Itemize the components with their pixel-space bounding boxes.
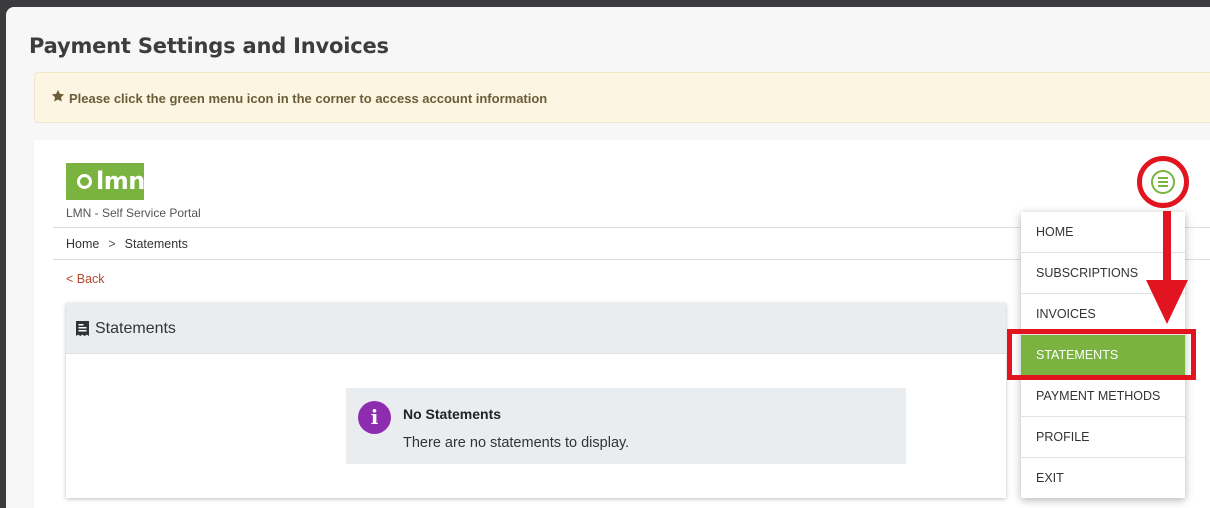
lmn-logo[interactable]: lmn bbox=[66, 163, 145, 200]
logo-text: lmn bbox=[96, 167, 145, 195]
info-notice: Please click the green menu icon in the … bbox=[34, 72, 1210, 123]
statements-card: Statements i No Statements There are no … bbox=[66, 303, 1006, 498]
empty-state: i No Statements There are no statements … bbox=[346, 388, 906, 464]
menu-bar bbox=[1158, 177, 1168, 179]
empty-state-title: No Statements bbox=[403, 406, 502, 422]
breadcrumb-current: Statements bbox=[124, 237, 188, 251]
page-title: Payment Settings and Invoices bbox=[29, 34, 389, 58]
info-icon: i bbox=[358, 401, 391, 434]
star-icon bbox=[51, 89, 65, 102]
logo-mark-icon bbox=[77, 174, 92, 189]
annotation-arrow-shaft bbox=[1163, 211, 1171, 285]
statements-highlight-box bbox=[1007, 329, 1196, 380]
menu-bar bbox=[1158, 181, 1168, 183]
breadcrumb: Home > Statements bbox=[66, 237, 188, 251]
annotation-arrow-down-icon bbox=[1146, 280, 1188, 324]
hamburger-menu-icon[interactable] bbox=[1151, 170, 1175, 194]
notice-text: Please click the green menu icon in the … bbox=[69, 91, 548, 106]
menu-item-exit[interactable]: EXIT bbox=[1021, 458, 1185, 499]
card-title: Statements bbox=[95, 320, 176, 337]
breadcrumb-separator: > bbox=[108, 237, 116, 251]
menu-item-profile[interactable]: PROFILE bbox=[1021, 417, 1185, 458]
breadcrumb-home[interactable]: Home bbox=[66, 237, 99, 251]
menu-item-home[interactable]: HOME bbox=[1021, 212, 1185, 253]
menu-bar bbox=[1158, 185, 1168, 187]
empty-state-description: There are no statements to display. bbox=[403, 435, 630, 451]
back-link[interactable]: < Back bbox=[66, 272, 105, 286]
menu-highlight-circle bbox=[1137, 156, 1189, 208]
card-header: Statements bbox=[66, 303, 1006, 354]
portal-name: LMN - Self Service Portal bbox=[66, 206, 201, 220]
receipt-icon bbox=[76, 321, 89, 336]
menu-item-payment-methods[interactable]: PAYMENT METHODS bbox=[1021, 376, 1185, 417]
